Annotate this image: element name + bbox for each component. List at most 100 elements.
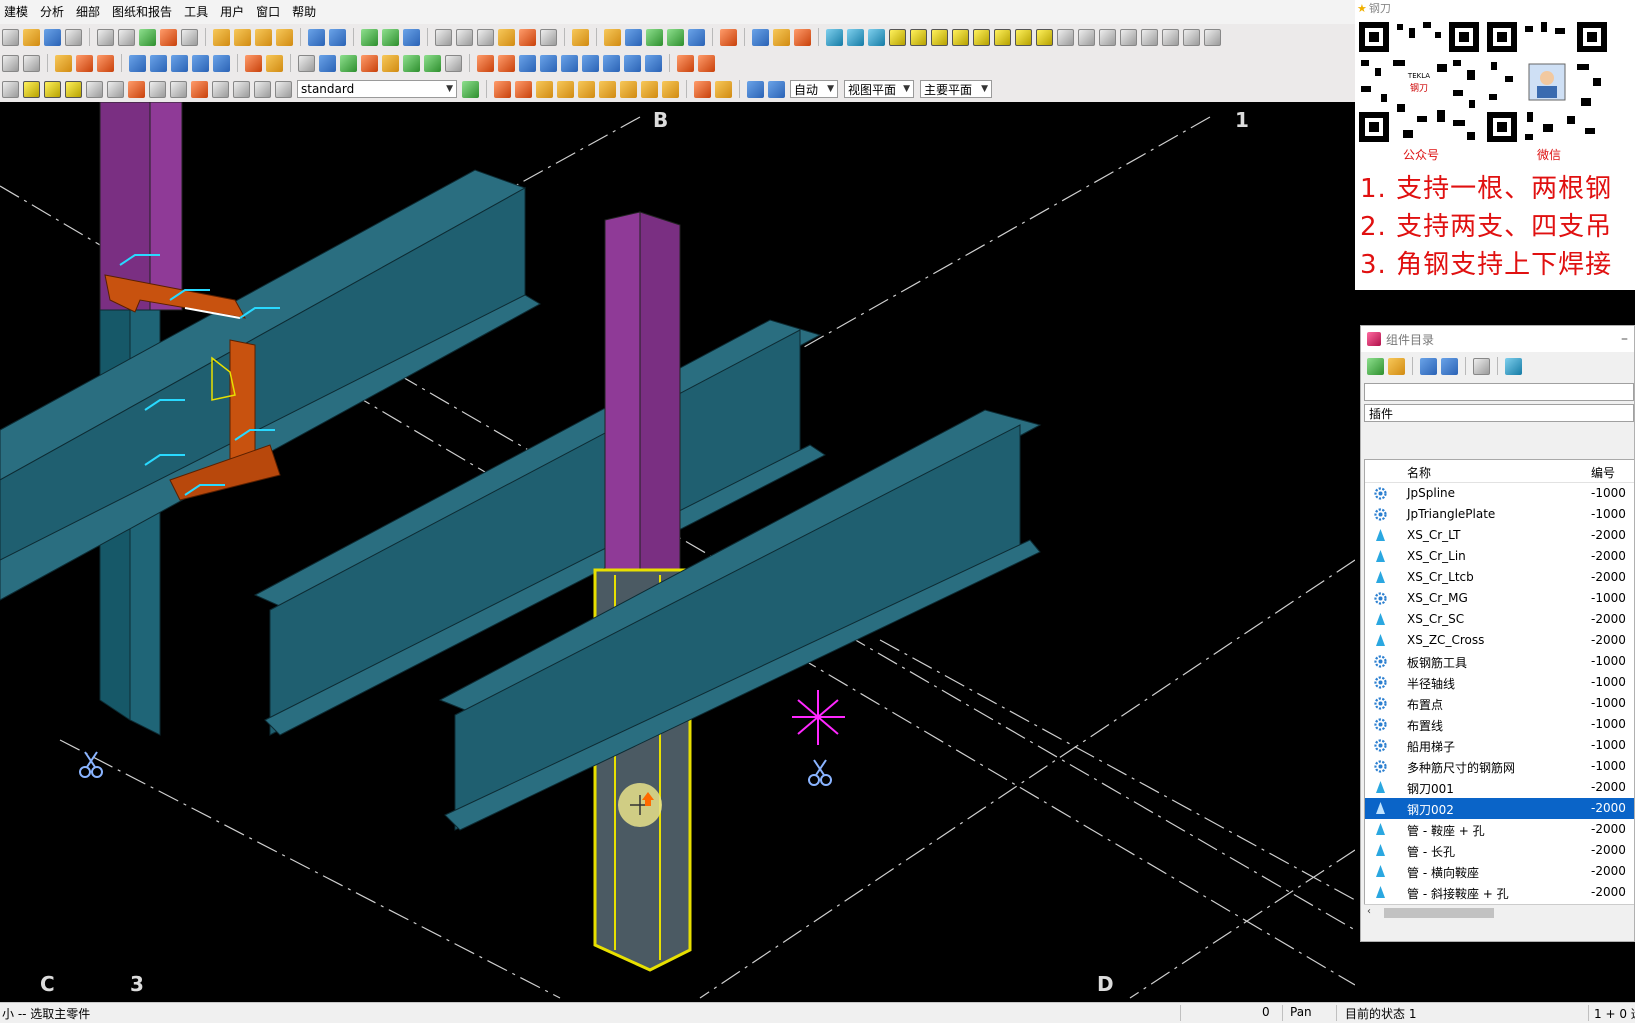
folder-icon[interactable] xyxy=(1388,357,1405,375)
catalog-row[interactable]: XS_Cr_Ltcb -2000 xyxy=(1365,567,1634,588)
polybeam-icon[interactable] xyxy=(171,54,188,72)
edit-icon[interactable] xyxy=(677,54,694,72)
catalog-row[interactable]: XS_Cr_SC -2000 xyxy=(1365,609,1634,630)
snap-mid-icon[interactable] xyxy=(847,28,864,46)
menu-modeling[interactable]: 建模 xyxy=(0,0,36,24)
menu-window[interactable]: 窗口 xyxy=(252,0,288,24)
snap-depth-icon[interactable] xyxy=(1162,28,1179,46)
select-assembly-icon[interactable] xyxy=(340,54,357,72)
catalog-row[interactable]: JpTrianglePlate -1000 xyxy=(1365,504,1634,525)
menu-drawings-reports[interactable]: 图纸和报告 xyxy=(108,0,180,24)
select-objects-icon[interactable] xyxy=(23,80,40,98)
catalog-row[interactable]: 布置线 -1000 xyxy=(1365,714,1634,735)
catalog-row[interactable]: XS_Cr_LT -2000 xyxy=(1365,525,1634,546)
dimension-vertical-icon[interactable] xyxy=(456,28,473,46)
dimension-diagonal-icon[interactable] xyxy=(477,28,494,46)
snap-center-icon[interactable] xyxy=(868,28,885,46)
view-selection-icon[interactable] xyxy=(2,80,19,98)
snap-reference-lines-icon[interactable] xyxy=(494,80,511,98)
catalog-row[interactable]: JpSpline -1000 xyxy=(1365,483,1634,504)
scrollbar-thumb[interactable] xyxy=(1384,908,1494,918)
play-forward-icon[interactable] xyxy=(752,28,769,46)
merge-icon[interactable] xyxy=(624,54,641,72)
filter-settings-icon[interactable] xyxy=(462,80,479,98)
line-cut-icon[interactable] xyxy=(498,54,515,72)
catalog-row[interactable]: 管 - 斜接鞍座 + 孔 -2000 xyxy=(1365,882,1634,903)
select-planes-icon[interactable] xyxy=(107,80,124,98)
radius-dimension-icon[interactable] xyxy=(519,28,536,46)
select-component-icon[interactable] xyxy=(382,54,399,72)
snap-plane-icon[interactable] xyxy=(1099,28,1116,46)
model-viewport[interactable]: B 1 C 3 D xyxy=(0,102,1355,1002)
new-file-icon[interactable] xyxy=(2,28,19,46)
select-assemblies-icon[interactable] xyxy=(254,80,271,98)
catalog-icon[interactable] xyxy=(720,28,737,46)
rebar-icon[interactable] xyxy=(55,54,72,72)
bolt-icon[interactable] xyxy=(97,54,114,72)
polygon-cut-icon[interactable] xyxy=(540,54,557,72)
copy-object-icon[interactable] xyxy=(604,28,621,46)
select-lines-icon[interactable] xyxy=(65,80,82,98)
numbering-icon[interactable] xyxy=(361,28,378,46)
catalog-row[interactable]: 多种筋尺寸的钢筋网 -1000 xyxy=(1365,756,1634,777)
rectangle-icon[interactable] xyxy=(23,54,40,72)
applications-icon[interactable] xyxy=(794,28,811,46)
snap-geometry-lines-icon[interactable] xyxy=(536,80,553,98)
snap-perpendicular-icon[interactable] xyxy=(641,80,658,98)
column-header-name[interactable]: 名称 xyxy=(1407,464,1431,481)
search-icon[interactable] xyxy=(1367,357,1384,375)
catalog-search-input[interactable] xyxy=(1364,383,1634,401)
catalog-row[interactable]: 半径轴线 -1000 xyxy=(1365,672,1634,693)
beam-icon[interactable] xyxy=(150,54,167,72)
pin-icon[interactable] xyxy=(572,28,589,46)
select-cuts-icon[interactable] xyxy=(191,80,208,98)
snap-view-plane-icon[interactable] xyxy=(747,80,764,98)
snap-midpoints-icon[interactable] xyxy=(599,80,616,98)
catalog-row[interactable]: XS_Cr_MG -1000 xyxy=(1365,588,1634,609)
view-icon[interactable] xyxy=(118,28,135,46)
snap-intersection-icon[interactable] xyxy=(889,28,906,46)
snap-end-icon[interactable] xyxy=(826,28,843,46)
combine-icon[interactable] xyxy=(603,54,620,72)
select-bolts-icon[interactable] xyxy=(149,80,166,98)
catalog-row[interactable]: 管 - 横向鞍座 -2000 xyxy=(1365,861,1634,882)
select-objects-in-components-icon[interactable] xyxy=(275,80,292,98)
snap-reference-icon[interactable] xyxy=(994,28,1011,46)
catalog-row[interactable]: 钢刀001 -2000 xyxy=(1365,777,1634,798)
redo-icon[interactable] xyxy=(329,28,346,46)
select-welds-icon[interactable] xyxy=(170,80,187,98)
macro-icon[interactable] xyxy=(773,28,790,46)
snap-any-icon[interactable] xyxy=(973,28,990,46)
snap-nearest-icon[interactable] xyxy=(952,28,969,46)
snap-extension-icon[interactable] xyxy=(1057,28,1074,46)
select-bolt-icon[interactable] xyxy=(403,54,420,72)
weld-icon[interactable] xyxy=(76,54,93,72)
snap-line-extension-icon[interactable] xyxy=(662,80,679,98)
catalog-row[interactable]: 板钢筋工具 -1000 xyxy=(1365,651,1634,672)
snap-reference-points-icon[interactable] xyxy=(515,80,532,98)
select-surfaces-icon[interactable] xyxy=(233,80,250,98)
catalog-row[interactable]: XS_Cr_Lin -2000 xyxy=(1365,546,1634,567)
snap-any-position-icon[interactable] xyxy=(694,80,711,98)
catalog-row[interactable]: 船用梯子 -1000 xyxy=(1365,735,1634,756)
mirror-object-icon[interactable] xyxy=(667,28,684,46)
snap-perpendicular-icon[interactable] xyxy=(910,28,927,46)
catalog-row[interactable]: 管 - 长孔 -2000 xyxy=(1365,840,1634,861)
arrow-icon[interactable] xyxy=(2,54,19,72)
save-icon[interactable] xyxy=(44,28,61,46)
list-view-icon[interactable] xyxy=(1420,357,1437,375)
snap-line-points-icon[interactable] xyxy=(578,80,595,98)
snap-grid-icon[interactable] xyxy=(1078,28,1095,46)
fitting-icon[interactable] xyxy=(477,54,494,72)
undo-icon[interactable] xyxy=(308,28,325,46)
menu-analysis[interactable]: 分析 xyxy=(36,0,72,24)
snap-override-icon[interactable] xyxy=(1120,28,1137,46)
help-icon[interactable] xyxy=(403,28,420,46)
snap-mode-select[interactable]: 自动 ▼ xyxy=(790,80,838,98)
fillet-icon[interactable] xyxy=(645,54,662,72)
drawing-list-icon[interactable] xyxy=(213,28,230,46)
spellcheck-icon[interactable] xyxy=(1473,357,1490,375)
dimension-icon[interactable] xyxy=(435,28,452,46)
column-icon[interactable] xyxy=(129,54,146,72)
report-icon[interactable] xyxy=(255,28,272,46)
